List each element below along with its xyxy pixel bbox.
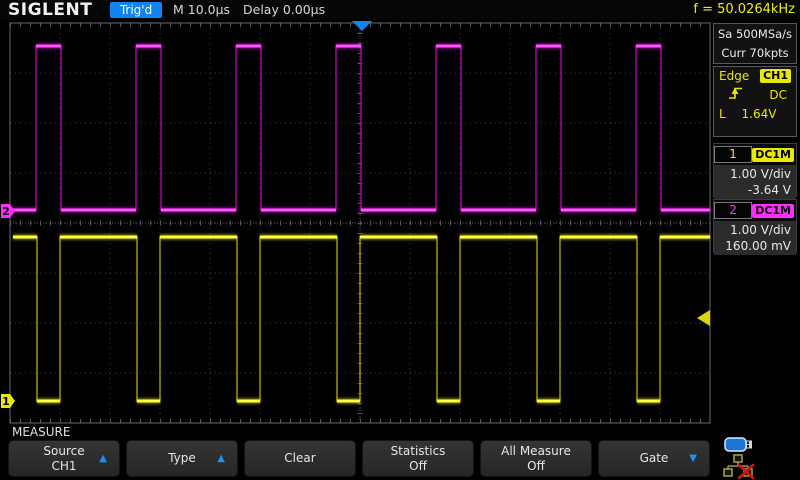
channel-1-number-badge: 1	[714, 146, 752, 163]
clear-button[interactable]: Clear	[244, 440, 356, 477]
gate-button[interactable]: Gate ▼	[598, 440, 710, 477]
svg-text:2: 2	[2, 205, 10, 218]
trigger-level-label: L	[719, 107, 726, 121]
arrow-up-icon: ▲	[99, 454, 107, 464]
acquisition-info-panel: Sa 500MSa/s Curr 70kpts	[713, 23, 797, 64]
waveform-display: 21	[0, 20, 712, 424]
trigger-status-badge: Trig'd	[110, 2, 162, 18]
trigger-level-value: 1.64V	[742, 107, 777, 121]
delay-readout: Delay 0.00µs	[243, 0, 325, 20]
trigger-type-label: Edge	[719, 69, 749, 83]
clear-button-label: Clear	[284, 451, 315, 466]
lan-disconnected-icon	[723, 454, 755, 480]
type-button[interactable]: Type ▲	[126, 440, 238, 477]
channel-2-scale-readout: 1.00 V/div	[714, 222, 791, 238]
measure-menu-bar: MEASURE Source CH1 ▲ Type ▲ Clear Statis…	[0, 424, 800, 480]
type-button-label: Type	[168, 451, 196, 466]
channel-2-number-badge: 2	[714, 202, 752, 219]
measure-menu-title: MEASURE	[12, 425, 70, 439]
trigger-position-marker[interactable]	[352, 21, 372, 31]
top-status-bar: SIGLENT Trig'd M 10.0µs Delay 0.00µs f =…	[0, 0, 800, 20]
frequency-counter-readout: f = 50.0264kHz	[693, 0, 795, 20]
all-measure-button-label: All Measure	[501, 444, 571, 459]
trigger-info-panel: Edge CH1 DC L 1.64V	[713, 66, 797, 137]
source-button-label: Source	[43, 444, 84, 459]
statistics-button-value: Off	[409, 459, 427, 474]
channel-1-scale-readout: 1.00 V/div	[714, 166, 791, 182]
statistics-button[interactable]: Statistics Off	[362, 440, 474, 477]
source-button-value: CH1	[51, 459, 76, 474]
memory-depth-readout: Curr 70kpts	[714, 44, 796, 63]
rising-edge-icon	[727, 85, 745, 104]
ch2-trace	[13, 46, 710, 210]
trigger-coupling-label: DC	[769, 88, 787, 102]
channel-2-coupling-badge: DC1M	[752, 204, 794, 218]
channel-1-position-marker[interactable]: 1	[1, 394, 15, 408]
siglent-logo: SIGLENT	[8, 0, 92, 20]
channel-2-offset-readout: 160.00 mV	[714, 238, 791, 254]
ch1-trace	[13, 237, 710, 401]
timebase-readout: M 10.0µs	[173, 0, 230, 20]
svg-text:1: 1	[2, 395, 10, 408]
source-button[interactable]: Source CH1 ▲	[8, 440, 120, 477]
trigger-source-badge: CH1	[760, 69, 791, 83]
statistics-button-label: Statistics	[391, 444, 446, 459]
all-measure-button-value: Off	[527, 459, 545, 474]
channel-1-info-panel[interactable]: 1 DC1M 1.00 V/div -3.64 V	[713, 143, 797, 197]
channel-1-coupling-badge: DC1M	[752, 148, 794, 162]
arrow-down-icon: ▼	[689, 454, 697, 464]
channel-2-info-panel[interactable]: 2 DC1M 1.00 V/div 160.00 mV	[713, 199, 797, 253]
oscilloscope-screen: SIGLENT Trig'd M 10.0µs Delay 0.00µs f =…	[0, 0, 800, 480]
sample-rate-readout: Sa 500MSa/s	[714, 25, 796, 44]
all-measure-button[interactable]: All Measure Off	[480, 440, 592, 477]
channel-1-offset-readout: -3.64 V	[714, 182, 791, 198]
channel-2-position-marker[interactable]: 2	[1, 204, 15, 218]
gate-button-label: Gate	[640, 451, 669, 466]
trigger-level-marker[interactable]	[697, 310, 710, 326]
arrow-up-icon: ▲	[217, 454, 225, 464]
